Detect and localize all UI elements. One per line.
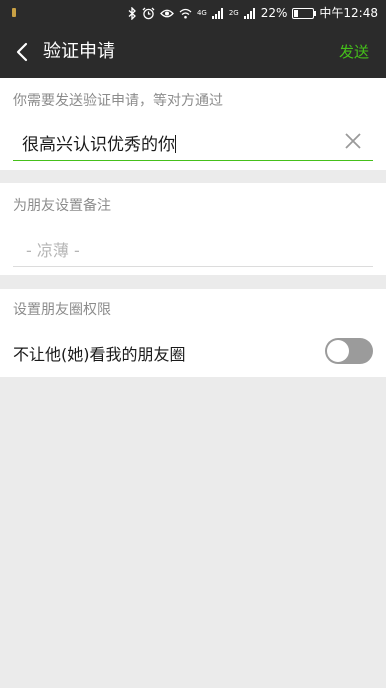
signal-icon [211, 7, 223, 19]
remark-input-underline [13, 266, 373, 267]
page-title: 验证申请 [43, 41, 115, 62]
verify-section: 你需要发送验证申请，等对方通过 很高兴认识优秀的你 [0, 78, 386, 170]
network-4g-label: 4G [196, 9, 207, 17]
remark-label: 为朋友设置备注 [13, 198, 111, 214]
wifi-icon [179, 8, 192, 18]
status-indicators: 4G 2G 22% 中午12:48 [128, 0, 378, 26]
remark-section: 为朋友设置备注 - 凉薄 - [0, 183, 386, 275]
back-button[interactable] [8, 36, 36, 68]
notification-icon [12, 8, 16, 17]
network-2g-label: 2G [228, 9, 239, 17]
hide-moments-label: 不让他(她)看我的朋友圈 [13, 345, 186, 364]
clock: 中午12:48 [319, 6, 378, 20]
nav-bar: 验证申请 发送 [0, 26, 386, 78]
alarm-icon [142, 7, 155, 19]
remark-input[interactable]: - 凉薄 - [26, 237, 80, 261]
hide-moments-toggle[interactable] [325, 338, 373, 364]
chevron-left-icon [16, 42, 28, 62]
toggle-knob [327, 340, 349, 362]
bluetooth-icon [128, 6, 136, 20]
eye-icon [160, 9, 174, 17]
status-bar: 4G 2G 22% 中午12:48 [0, 0, 386, 26]
verify-message-input[interactable]: 很高兴认识优秀的你 [22, 130, 176, 155]
battery-percent: 22% [260, 6, 288, 20]
signal-icon-2 [243, 7, 255, 19]
verify-input-underline [13, 160, 373, 161]
send-button[interactable]: 发送 [339, 26, 369, 78]
moments-section: 设置朋友圈权限 不让他(她)看我的朋友圈 [0, 289, 386, 377]
verify-label: 你需要发送验证申请，等对方通过 [13, 93, 223, 109]
battery-icon [292, 7, 317, 19]
text-caret [175, 135, 176, 153]
verify-message-text: 很高兴认识优秀的你 [22, 135, 175, 155]
moments-label: 设置朋友圈权限 [13, 302, 111, 318]
clear-icon[interactable] [344, 132, 362, 150]
